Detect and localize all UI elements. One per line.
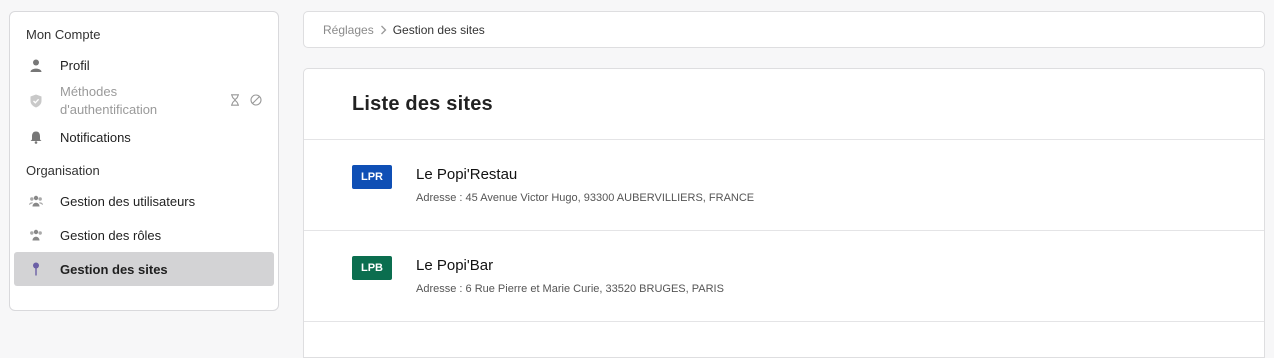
sidebar-item-notifications[interactable]: Notifications <box>14 120 274 154</box>
users-icon <box>28 193 44 209</box>
section-title-account: Mon Compte <box>26 26 101 42</box>
sidebar-item-label: Notifications <box>60 129 131 145</box>
breadcrumb-root-link[interactable]: Réglages <box>323 23 374 37</box>
sidebar-item-auth-methods: Méthodes d'authentification <box>14 82 274 120</box>
sidebar-item-label: Gestion des sites <box>60 261 168 277</box>
section-title-organisation: Organisation <box>26 162 100 178</box>
sidebar-item-label: Gestion des utilisateurs <box>60 193 196 209</box>
breadcrumb: Réglages Gestion des sites <box>303 11 1265 48</box>
roles-icon <box>28 227 44 243</box>
site-name: Le Popi'Restau <box>416 166 518 183</box>
site-row-lpb[interactable]: LPB Le Popi'Bar Adresse : 6 Rue Pierre e… <box>304 231 1264 322</box>
sidebar-item-label: Méthodes d'authentification <box>60 84 158 117</box>
breadcrumb-current: Gestion des sites <box>392 22 485 37</box>
forbidden-icon <box>250 93 262 109</box>
site-code-badge: LPB <box>352 256 392 280</box>
bell-icon <box>28 129 44 145</box>
settings-sidebar: Mon Compte Profil Méthodes d'authentific… <box>9 11 279 311</box>
site-address: Adresse : 45 Avenue Victor Hugo, 93300 A… <box>416 192 755 204</box>
sidebar-item-sites[interactable]: Gestion des sites <box>14 252 274 286</box>
person-icon <box>28 57 44 73</box>
site-code-badge: LPR <box>352 165 392 189</box>
hourglass-icon <box>230 93 240 109</box>
sidebar-item-label: Gestion des rôles <box>60 227 162 243</box>
pin-icon <box>28 261 44 277</box>
panel-header: Liste des sites <box>304 69 1264 140</box>
sidebar-item-label: Profil <box>60 57 90 73</box>
sites-panel: Liste des sites LPR Le Popi'Restau Adres… <box>303 68 1265 358</box>
sidebar-item-roles[interactable]: Gestion des rôles <box>14 218 274 252</box>
shield-icon <box>28 93 44 109</box>
site-row-lpr[interactable]: LPR Le Popi'Restau Adresse : 45 Avenue V… <box>304 140 1264 231</box>
site-address: Adresse : 6 Rue Pierre et Marie Curie, 3… <box>416 283 724 295</box>
sidebar-item-profile[interactable]: Profil <box>14 48 274 82</box>
page-title: Liste des sites <box>352 92 493 115</box>
chevron-right-icon <box>380 25 387 35</box>
sidebar-item-users[interactable]: Gestion des utilisateurs <box>14 184 274 218</box>
site-name: Le Popi'Bar <box>416 257 494 274</box>
